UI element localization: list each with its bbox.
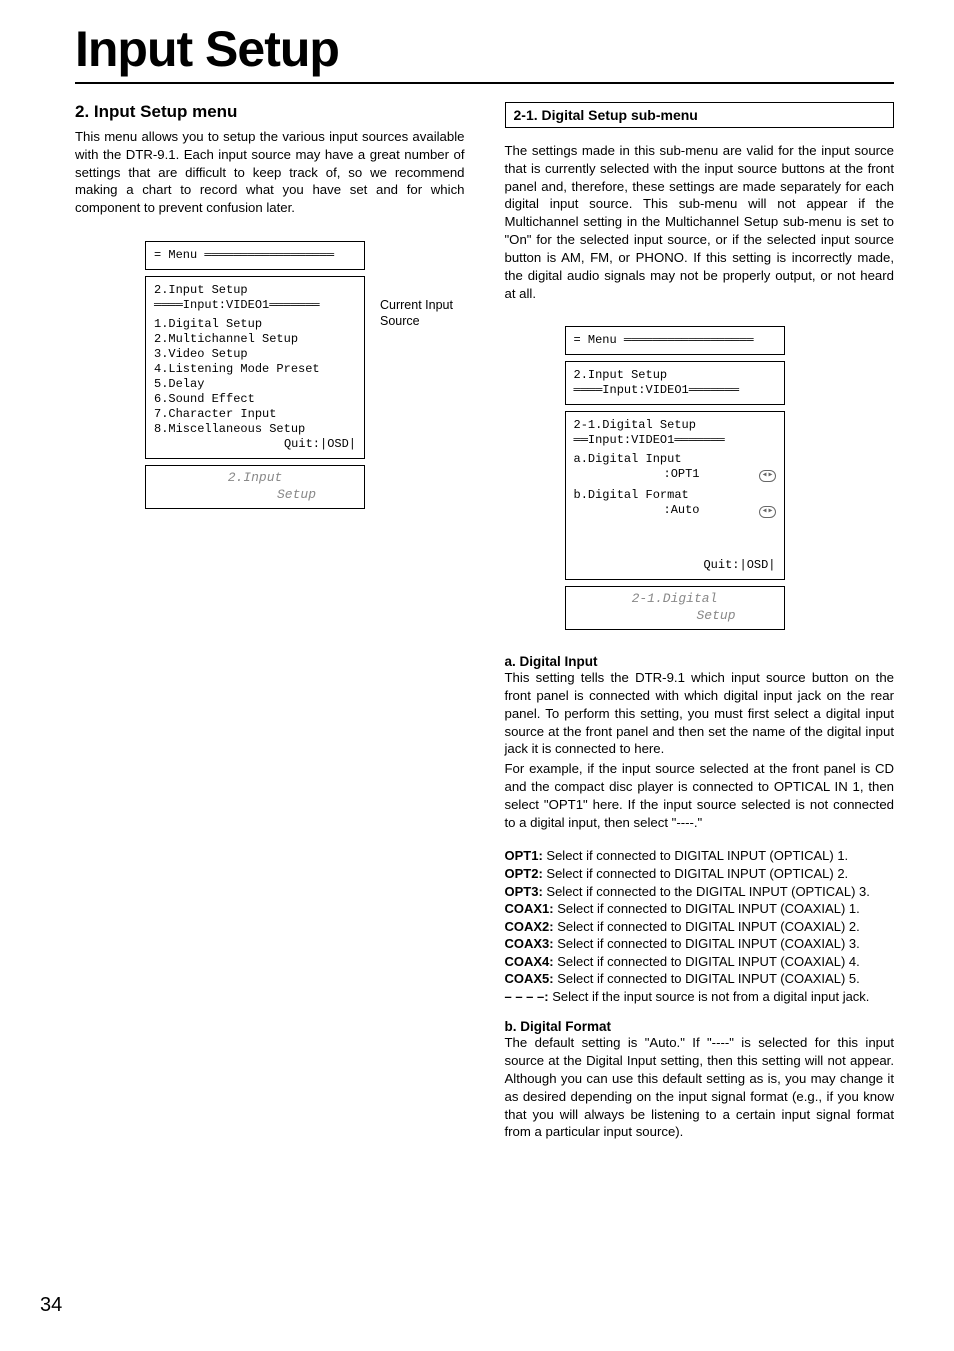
list-item: 1.Digital Setup: [154, 317, 356, 332]
body-paragraph: This setting tells the DTR-9.1 which inp…: [505, 669, 895, 758]
lcd-display: 2-1.Digital Setup: [565, 586, 785, 630]
list-item: COAX2: Select if connected to DIGITAL IN…: [505, 918, 895, 936]
intro-paragraph: This menu allows you to setup the variou…: [75, 128, 465, 217]
osd-menu-label: = Menu ══════════════════: [574, 333, 776, 348]
osd-figure: = Menu ══════════════════ 2.Input Setup …: [565, 326, 875, 630]
osd-menu-mid: 2.Input Setup ════Input:VIDEO1═══════: [565, 361, 785, 405]
item-heading-b: b. Digital Format: [505, 1019, 895, 1034]
list-item: COAX1: Select if connected to DIGITAL IN…: [505, 900, 895, 918]
osd-value-row: :OPT1 ◂▸: [574, 467, 776, 482]
sub-heading-box: 2-1. Digital Setup sub-menu: [505, 102, 895, 128]
list-item: OPT2: Select if connected to DIGITAL INP…: [505, 865, 895, 883]
list-item: – – – –: Select if the input source is n…: [505, 988, 895, 1006]
lcd-line: 2.Input: [154, 470, 356, 487]
list-item: 2.Multichannel Setup: [154, 332, 356, 347]
title-rule: [75, 82, 894, 84]
intro-paragraph: The settings made in this sub-menu are v…: [505, 142, 895, 302]
osd-menu-body: 2.Input Setup ════Input:VIDEO1═══════ 1.…: [145, 276, 365, 459]
list-item: OPT3: Select if connected to the DIGITAL…: [505, 883, 895, 901]
list-item: 5.Delay: [154, 377, 356, 392]
osd-value: :Auto: [574, 503, 700, 518]
list-item: b.Digital Format: [574, 488, 776, 503]
osd-menu-top: = Menu ══════════════════: [565, 326, 785, 355]
osd-input-line: ════Input:VIDEO1═══════: [154, 298, 356, 313]
left-column: 2. Input Setup menu This menu allows you…: [75, 102, 465, 1157]
osd-subtitle: 2.Input Setup: [154, 283, 356, 298]
callout-text: Current Input Source: [380, 298, 453, 328]
list-item: 4.Listening Mode Preset: [154, 362, 356, 377]
page-title: Input Setup: [75, 20, 894, 78]
arrow-icon: ◂▸: [759, 506, 775, 518]
lcd-line: Setup: [574, 608, 776, 625]
list-item: 8.Miscellaneous Setup: [154, 422, 356, 437]
item-heading-a: a. Digital Input: [505, 654, 895, 669]
osd-menu-top: = Menu ══════════════════: [145, 241, 365, 270]
list-item: 7.Character Input: [154, 407, 356, 422]
body-paragraph: For example, if the input source selecte…: [505, 760, 895, 831]
callout-label: Current Input Source: [380, 297, 455, 330]
page-number: 34: [40, 1294, 62, 1317]
list-item: 6.Sound Effect: [154, 392, 356, 407]
lcd-display: 2.Input Setup: [145, 465, 365, 509]
osd-input-line: ════Input:VIDEO1═══════: [574, 383, 776, 398]
osd-menu-body: 2-1.Digital Setup ══Input:VIDEO1═══════ …: [565, 411, 785, 580]
arrow-icon: ◂▸: [759, 470, 775, 482]
list-item: COAX3: Select if connected to DIGITAL IN…: [505, 935, 895, 953]
body-paragraph: The default setting is "Auto." If "----"…: [505, 1034, 895, 1141]
osd-section: 2-1.Digital Setup: [574, 418, 776, 433]
osd-quit: Quit:|OSD|: [154, 437, 356, 452]
list-item: 3.Video Setup: [154, 347, 356, 362]
osd-figure: = Menu ══════════════════ 2.Input Setup …: [145, 241, 455, 509]
list-item: OPT1: Select if connected to DIGITAL INP…: [505, 847, 895, 865]
section-heading: 2. Input Setup menu: [75, 102, 465, 122]
osd-value-row: :Auto ◂▸: [574, 503, 776, 518]
list-item: COAX5: Select if connected to DIGITAL IN…: [505, 970, 895, 988]
right-column: 2-1. Digital Setup sub-menu The settings…: [505, 102, 895, 1157]
osd-value: :OPT1: [574, 467, 700, 482]
osd-subtitle: 2.Input Setup: [574, 368, 776, 383]
list-item: a.Digital Input: [574, 452, 776, 467]
options-list: OPT1: Select if connected to DIGITAL INP…: [505, 847, 895, 1005]
lcd-line: 2-1.Digital: [574, 591, 776, 608]
lcd-line: Setup: [154, 487, 356, 504]
osd-quit: Quit:|OSD|: [574, 558, 776, 573]
osd-menu-label: = Menu ══════════════════: [154, 248, 356, 263]
list-item: COAX4: Select if connected to DIGITAL IN…: [505, 953, 895, 971]
two-column-layout: 2. Input Setup menu This menu allows you…: [75, 102, 894, 1157]
osd-section-input: ══Input:VIDEO1═══════: [574, 433, 776, 448]
